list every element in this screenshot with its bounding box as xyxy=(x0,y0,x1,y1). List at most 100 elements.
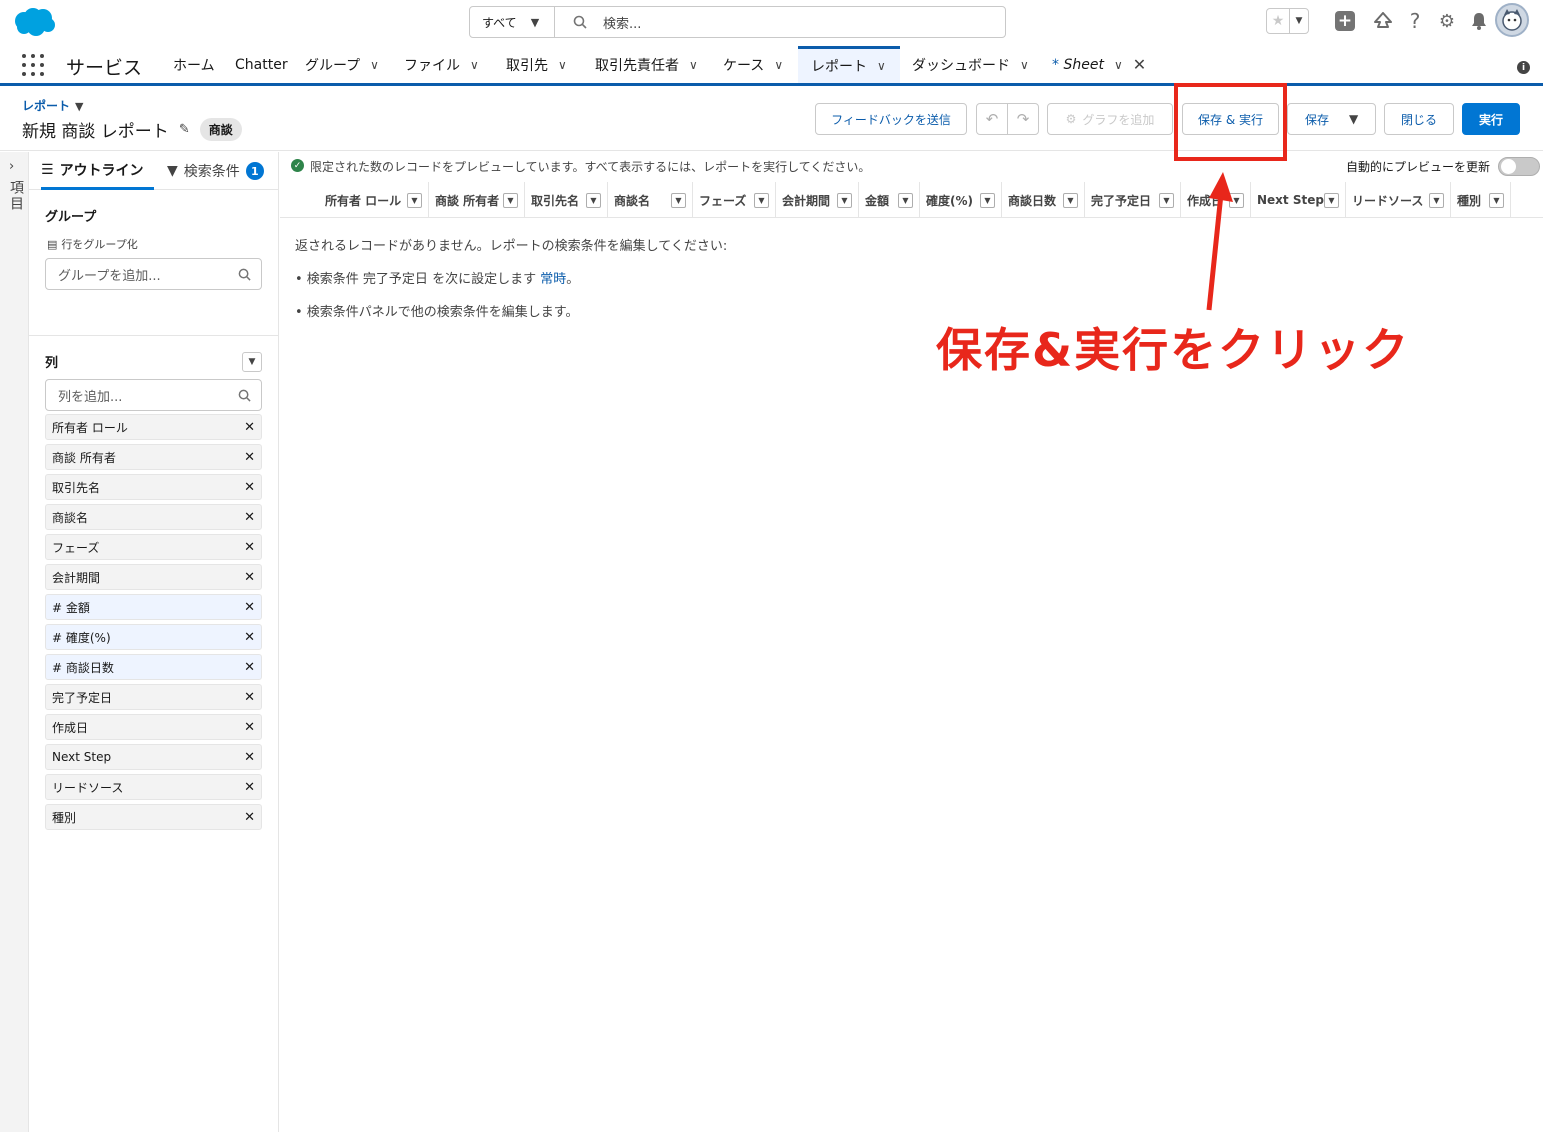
remove-column-icon[interactable]: ✕ xyxy=(244,750,255,765)
remove-column-icon[interactable]: ✕ xyxy=(244,690,255,705)
chevron-down-icon[interactable]: ∨ xyxy=(1114,58,1123,72)
search-scope-select[interactable]: すべて ▼ xyxy=(470,7,555,37)
column-pill[interactable]: 所有者 ロール ✕ xyxy=(45,414,262,440)
nav-tab-groups[interactable]: グループ ∨ xyxy=(305,46,379,83)
remove-column-icon[interactable]: ✕ xyxy=(244,540,255,555)
grid-column-header[interactable]: 所有者 ロール ▼ xyxy=(319,182,429,218)
remove-column-icon[interactable]: ✕ xyxy=(244,450,255,465)
bell-icon[interactable] xyxy=(1463,7,1495,35)
edit-pencil-icon[interactable]: ✎ xyxy=(179,122,190,137)
column-pill[interactable]: 商談 所有者 ✕ xyxy=(45,444,262,470)
grid-column-header[interactable]: リードソース ▼ xyxy=(1346,182,1451,218)
chevron-down-icon[interactable]: ∨ xyxy=(689,58,698,72)
grid-column-header[interactable]: 種別 ▼ xyxy=(1451,182,1511,218)
remove-column-icon[interactable]: ✕ xyxy=(244,630,255,645)
columns-menu-dropdown[interactable]: ▼ xyxy=(242,352,262,372)
column-menu-icon[interactable]: ▼ xyxy=(1159,192,1174,208)
column-menu-icon[interactable]: ▼ xyxy=(407,192,422,208)
info-icon[interactable]: i xyxy=(1517,61,1530,74)
auto-refresh-toggle[interactable] xyxy=(1498,157,1540,176)
remove-column-icon[interactable]: ✕ xyxy=(244,570,255,585)
column-pill[interactable]: 会計期間 ✕ xyxy=(45,564,262,590)
grid-column-header[interactable]: フェーズ ▼ xyxy=(693,182,776,218)
run-button[interactable]: 実行 xyxy=(1462,103,1520,135)
salesforce-logo[interactable] xyxy=(12,6,56,38)
grid-column-header[interactable]: 取引先名 ▼ xyxy=(525,182,608,218)
caret-down-icon[interactable]: ▼ xyxy=(1349,112,1358,126)
close-button[interactable]: 閉じる xyxy=(1384,103,1454,135)
nav-tab-dashboards[interactable]: ダッシュボード ∨ xyxy=(912,46,1029,83)
column-pill[interactable]: Next Step ✕ xyxy=(45,744,262,770)
column-menu-icon[interactable]: ▼ xyxy=(754,192,769,208)
column-menu-icon[interactable]: ▼ xyxy=(898,192,913,208)
column-pill[interactable]: 完了予定日 ✕ xyxy=(45,684,262,710)
chevron-down-icon[interactable]: ∨ xyxy=(470,58,479,72)
user-avatar[interactable] xyxy=(1495,3,1529,37)
tab-filters[interactable]: ▼ 検索条件 1 xyxy=(167,152,264,190)
column-menu-icon[interactable]: ▼ xyxy=(1063,192,1078,208)
save-button[interactable]: 保存 ▼ xyxy=(1287,103,1376,135)
remove-column-icon[interactable]: ✕ xyxy=(244,600,255,615)
remove-column-icon[interactable]: ✕ xyxy=(244,720,255,735)
grid-column-header[interactable]: 金額 ▼ xyxy=(859,182,920,218)
column-pill[interactable]: # 金額 ✕ xyxy=(45,594,262,620)
column-pill[interactable]: 作成日 ✕ xyxy=(45,714,262,740)
global-actions-button[interactable]: + xyxy=(1329,7,1361,35)
column-menu-icon[interactable]: ▼ xyxy=(1324,192,1339,208)
column-pill[interactable]: 種別 ✕ xyxy=(45,804,262,830)
chevron-down-icon[interactable]: ∨ xyxy=(558,58,567,72)
column-pill[interactable]: リードソース ✕ xyxy=(45,774,262,800)
column-menu-icon[interactable]: ▼ xyxy=(671,192,686,208)
grid-column-header[interactable]: 商談日数 ▼ xyxy=(1002,182,1085,218)
set-all-time-link[interactable]: 常時 xyxy=(540,272,566,287)
grid-column-header[interactable]: 確度(%) ▼ xyxy=(920,182,1002,218)
remove-column-icon[interactable]: ✕ xyxy=(244,660,255,675)
remove-column-icon[interactable]: ✕ xyxy=(244,510,255,525)
nav-tab-home[interactable]: ホーム xyxy=(173,46,215,83)
redo-icon[interactable]: ↷ xyxy=(1007,104,1038,134)
favorite-star-icon[interactable]: ★ xyxy=(1267,9,1289,33)
column-pill[interactable]: # 確度(%) ✕ xyxy=(45,624,262,650)
app-launcher-icon[interactable] xyxy=(22,54,44,76)
column-menu-icon[interactable]: ▼ xyxy=(837,192,852,208)
gear-icon[interactable]: ⚙ xyxy=(1431,7,1463,35)
column-menu-icon[interactable]: ▼ xyxy=(1429,192,1444,208)
column-pill[interactable]: フェーズ ✕ xyxy=(45,534,262,560)
nav-tab-reports[interactable]: レポート ∨ xyxy=(798,46,900,83)
grid-column-header[interactable]: 完了予定日 ▼ xyxy=(1085,182,1181,218)
column-pill[interactable]: 取引先名 ✕ xyxy=(45,474,262,500)
breadcrumb[interactable]: レポート ▼ xyxy=(22,97,83,114)
chevron-down-icon[interactable]: ∨ xyxy=(877,59,886,73)
grid-column-header[interactable]: 商談 所有者 ▼ xyxy=(429,182,525,218)
nav-tab-contacts[interactable]: 取引先責任者 ∨ xyxy=(595,46,698,83)
tab-outline[interactable]: ☰ アウトライン xyxy=(41,152,154,190)
grid-column-header[interactable]: 会計期間 ▼ xyxy=(776,182,859,218)
nav-tab-cases[interactable]: ケース ∨ xyxy=(723,46,783,83)
add-chart-button[interactable]: ⚙ グラフを追加 xyxy=(1047,103,1173,135)
column-menu-icon[interactable]: ▼ xyxy=(1489,192,1504,208)
remove-column-icon[interactable]: ✕ xyxy=(244,420,255,435)
add-column-input[interactable]: 列を追加... xyxy=(45,379,262,411)
remove-column-icon[interactable]: ✕ xyxy=(244,810,255,825)
fields-rail[interactable]: › 項目 xyxy=(0,152,29,1132)
undo-icon[interactable]: ↶ xyxy=(977,104,1007,134)
favorites-dropdown-icon[interactable]: ▼ xyxy=(1289,9,1308,33)
column-menu-icon[interactable]: ▼ xyxy=(586,192,601,208)
send-feedback-button[interactable]: フィードバックを送信 xyxy=(815,103,967,135)
column-menu-icon[interactable]: ▼ xyxy=(980,192,995,208)
close-icon[interactable]: ✕ xyxy=(1133,55,1146,74)
chevron-down-icon[interactable]: ∨ xyxy=(1020,58,1029,72)
chevron-down-icon[interactable]: ∨ xyxy=(774,58,783,72)
nav-tab-sheet[interactable]: * Sheet ∨ ✕ xyxy=(1052,46,1146,83)
column-pill[interactable]: 商談名 ✕ xyxy=(45,504,262,530)
column-pill[interactable]: # 商談日数 ✕ xyxy=(45,654,262,680)
search-input[interactable]: 検索... xyxy=(555,7,1005,37)
add-group-input[interactable]: グループを追加... xyxy=(45,258,262,290)
grid-column-header[interactable]: Next Step ▼ xyxy=(1251,182,1346,218)
column-menu-icon[interactable]: ▼ xyxy=(503,192,518,208)
grid-column-header[interactable]: 商談名 ▼ xyxy=(608,182,693,218)
help-icon[interactable]: ? xyxy=(1399,7,1431,35)
nav-tab-files[interactable]: ファイル ∨ xyxy=(404,46,479,83)
nav-tab-chatter[interactable]: Chatter xyxy=(235,46,288,83)
remove-column-icon[interactable]: ✕ xyxy=(244,480,255,495)
